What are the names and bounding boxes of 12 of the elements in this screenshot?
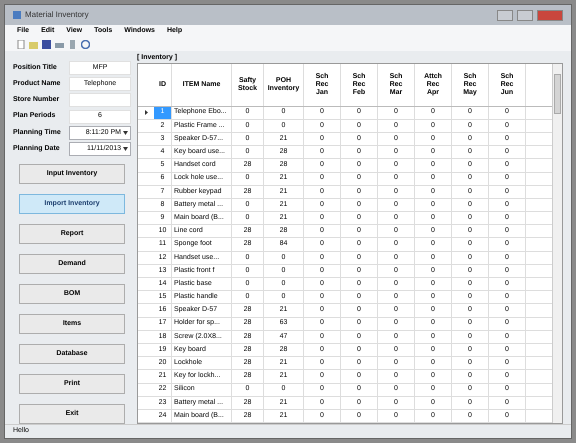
current-row-icon xyxy=(144,110,148,116)
window-title: Material Inventory xyxy=(25,9,89,21)
help-icon[interactable] xyxy=(81,40,90,48)
minimize-button[interactable] xyxy=(497,10,513,20)
close-button[interactable] xyxy=(537,10,563,20)
input-field[interactable] xyxy=(69,93,131,108)
new-file-icon[interactable] xyxy=(17,40,25,48)
folder-icon[interactable] xyxy=(29,40,38,48)
caret-icon xyxy=(123,130,128,135)
caret-icon xyxy=(123,146,128,151)
maximize-button[interactable] xyxy=(517,10,533,20)
app-icon xyxy=(13,11,21,19)
